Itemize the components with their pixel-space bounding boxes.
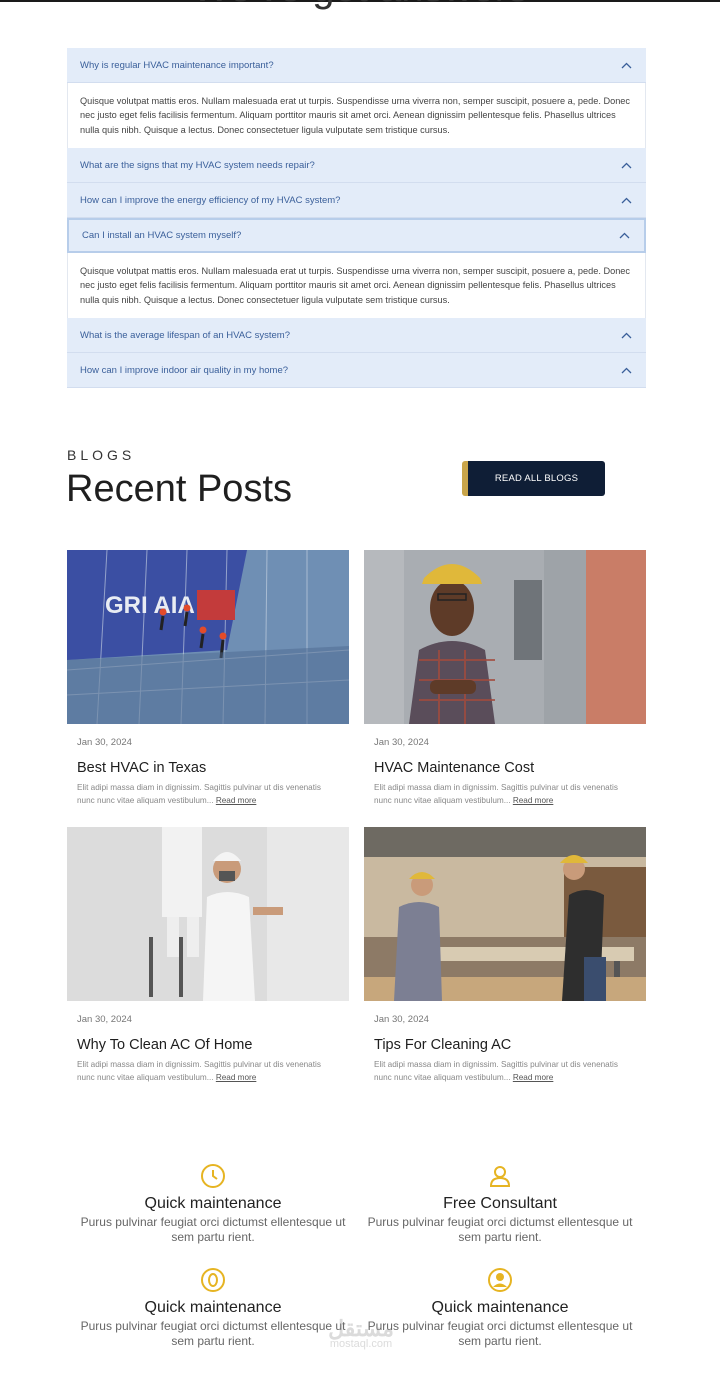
clock-icon	[201, 1164, 225, 1188]
chevron-up-icon[interactable]	[619, 363, 633, 377]
post-excerpt-text: Elit adipi massa diam in dignissim. Sagi…	[77, 1060, 321, 1082]
feature-item: Quick maintenance Purus pulvinar feugiat…	[68, 1163, 358, 1245]
faq-accordion: Why is regular HVAC maintenance importan…	[67, 48, 646, 388]
blog-image-carpenters[interactable]	[364, 827, 646, 1001]
faq-heading: We've got answers	[0, 0, 720, 11]
faq-question[interactable]: Can I install an HVAC system myself?	[67, 218, 646, 253]
user-icon	[489, 1166, 511, 1187]
feature-desc: Purus pulvinar feugiat orci dictumst ell…	[80, 1319, 346, 1348]
faq-question-text: How can I improve indoor air quality in …	[80, 364, 289, 376]
faq-question-text: How can I improve the energy efficiency …	[80, 194, 341, 206]
chevron-up-icon[interactable]	[619, 158, 633, 172]
blog-image-building[interactable]: GRI AIA	[67, 550, 349, 724]
building-sign-text: GRI AIA	[105, 592, 195, 619]
blog-image-painters[interactable]	[67, 827, 349, 1001]
post-excerpt: Elit adipi massa diam in dignissim. Sagi…	[374, 782, 636, 807]
post-title[interactable]: HVAC Maintenance Cost	[374, 760, 646, 776]
post-date: Jan 30, 2024	[77, 737, 132, 748]
post-excerpt-text: Elit adipi massa diam in dignissim. Sagi…	[77, 783, 321, 805]
user-circle-icon	[488, 1268, 512, 1292]
feature-desc: Purus pulvinar feugiat orci dictumst ell…	[367, 1215, 633, 1244]
faq-question-text: What is the average lifespan of an HVAC …	[80, 329, 290, 341]
read-more-link[interactable]: Read more	[216, 1073, 257, 1082]
faq-question-text: Can I install an HVAC system myself?	[82, 230, 242, 241]
post-title[interactable]: Best HVAC in Texas	[77, 760, 349, 776]
watermark-logo: مستقل mostaql.com	[316, 1316, 406, 1350]
post-date: Jan 30, 2024	[374, 737, 429, 748]
post-excerpt: Elit adipi massa diam in dignissim. Sagi…	[374, 1059, 636, 1084]
faq-answer: Quisque volutpat mattis eros. Nullam mal…	[67, 253, 646, 318]
section-eyebrow: BLOGS	[67, 447, 136, 463]
blog-card[interactable]: Jan 30, 2024 Why To Clean AC Of Home Eli…	[67, 827, 349, 1084]
read-more-link[interactable]: Read more	[513, 1073, 554, 1082]
chevron-up-icon[interactable]	[619, 58, 633, 72]
read-more-link[interactable]: Read more	[216, 796, 257, 805]
post-excerpt: Elit adipi massa diam in dignissim. Sagi…	[77, 782, 339, 807]
read-all-blogs-button[interactable]: READ ALL BLOGS	[462, 461, 605, 496]
faq-item: How can I improve the energy efficiency …	[67, 183, 646, 218]
chevron-up-icon[interactable]	[619, 328, 633, 342]
feature-item: Free Consultant Purus pulvinar feugiat o…	[355, 1163, 645, 1245]
chevron-up-icon[interactable]	[617, 229, 631, 243]
feature-title: Quick maintenance	[144, 1299, 282, 1316]
faq-question[interactable]: What is the average lifespan of an HVAC …	[67, 318, 646, 353]
post-date: Jan 30, 2024	[374, 1014, 429, 1025]
chevron-up-icon[interactable]	[619, 193, 633, 207]
faq-question[interactable]: How can I improve the energy efficiency …	[67, 183, 646, 218]
post-excerpt: Elit adipi massa diam in dignissim. Sagi…	[77, 1059, 339, 1084]
faq-question[interactable]: What are the signs that my HVAC system n…	[67, 148, 646, 183]
coin-icon	[201, 1268, 225, 1292]
blog-card[interactable]: Jan 30, 2024 Tips For Cleaning AC Elit a…	[364, 827, 646, 1084]
read-more-link[interactable]: Read more	[513, 796, 554, 805]
faq-question[interactable]: Why is regular HVAC maintenance importan…	[67, 48, 646, 83]
section-title: Recent Posts	[66, 468, 292, 510]
faq-item: How can I improve indoor air quality in …	[67, 353, 646, 388]
blog-image-worker[interactable]	[364, 550, 646, 724]
feature-desc: Purus pulvinar feugiat orci dictumst ell…	[80, 1215, 346, 1244]
faq-question-text: What are the signs that my HVAC system n…	[80, 159, 315, 171]
post-excerpt-text: Elit adipi massa diam in dignissim. Sagi…	[374, 1060, 618, 1082]
blog-card[interactable]: GRI AIA Jan 30, 2024 Best HVAC in Texas …	[67, 550, 349, 807]
faq-item: What are the signs that my HVAC system n…	[67, 148, 646, 183]
faq-question-text: Why is regular HVAC maintenance importan…	[80, 59, 274, 71]
faq-item: Can I install an HVAC system myself? Qui…	[67, 218, 646, 318]
faq-question[interactable]: How can I improve indoor air quality in …	[67, 353, 646, 388]
feature-title: Quick maintenance	[431, 1299, 569, 1316]
post-title[interactable]: Why To Clean AC Of Home	[77, 1037, 349, 1053]
post-title[interactable]: Tips For Cleaning AC	[374, 1037, 646, 1053]
faq-answer: Quisque volutpat mattis eros. Nullam mal…	[67, 83, 646, 148]
feature-title: Free Consultant	[443, 1195, 557, 1212]
feature-item: Quick maintenance Purus pulvinar feugiat…	[68, 1267, 358, 1349]
faq-item: What is the average lifespan of an HVAC …	[67, 318, 646, 353]
blog-card[interactable]: Jan 30, 2024 HVAC Maintenance Cost Elit …	[364, 550, 646, 807]
faq-item: Why is regular HVAC maintenance importan…	[67, 48, 646, 148]
feature-title: Quick maintenance	[144, 1195, 282, 1212]
post-date: Jan 30, 2024	[77, 1014, 132, 1025]
post-excerpt-text: Elit adipi massa diam in dignissim. Sagi…	[374, 783, 618, 805]
